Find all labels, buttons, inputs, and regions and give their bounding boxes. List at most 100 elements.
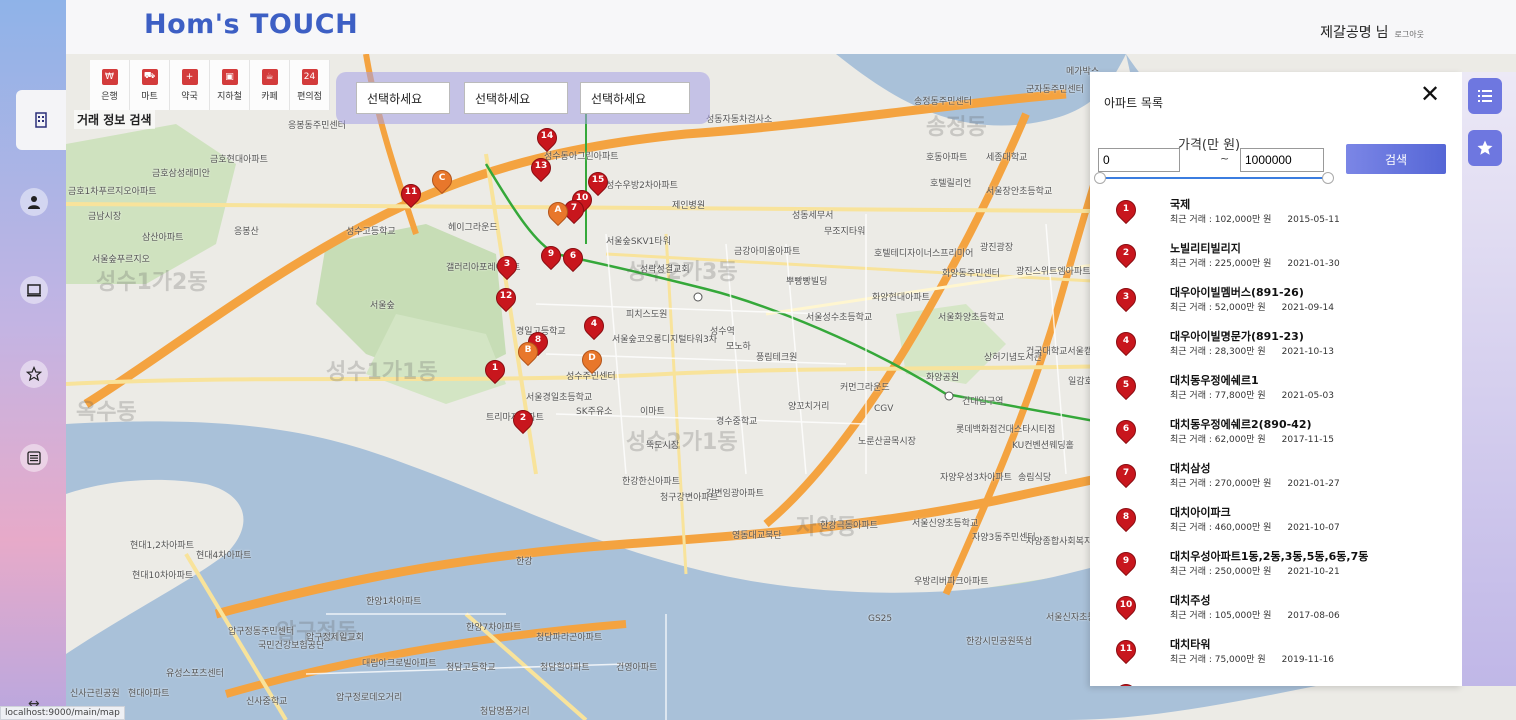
map-marker[interactable]: 2 <box>508 405 538 438</box>
list-item[interactable]: 10 대치주성 최근 거래 : 105,000만 원 2017-08-06 <box>1090 586 1462 630</box>
map-place-label: 금강아미움아파트 <box>734 247 801 257</box>
category-mart[interactable]: ⛟ 마트 <box>130 60 170 110</box>
apartment-name: 대치타워 <box>1170 638 1211 651</box>
list-item[interactable]: 11 대치타워 최근 거래 : 75,000만 원 2019-11-16 <box>1090 630 1462 674</box>
sidebar-item-apartment[interactable] <box>16 90 66 150</box>
list-item[interactable]: 9 대치우성아파트1동,2동,3동,5동,6동,7동 최근 거래 : 250,000… <box>1090 542 1462 586</box>
map-place-label: 우방리버파크아파트 <box>914 577 989 587</box>
app-logo[interactable]: Hom's TOUCH <box>144 9 358 40</box>
apartment-name: 대치삼성 <box>1170 462 1211 475</box>
marker-pin-icon: 3 <box>1111 283 1141 313</box>
deal-date: 2021-05-03 <box>1281 391 1334 401</box>
apartment-name: 대치우성아파트1동,2동,3동,5동,6동,7동 <box>1170 550 1369 563</box>
map-place-label: 금호1차푸르지오아파트 <box>68 187 157 197</box>
category-subway[interactable]: ▣ 지하철 <box>210 60 250 110</box>
list-view-button[interactable] <box>1468 78 1502 114</box>
list-item[interactable]: 5 대치동우정에쉐르1 최근 거래 : 77,800만 원 2021-05-03 <box>1090 366 1462 410</box>
map-marker[interactable]: 11 <box>396 179 426 212</box>
map-marker[interactable]: 14 <box>532 123 562 156</box>
sidebar-item-favorite[interactable] <box>20 360 48 388</box>
star-icon <box>26 366 42 382</box>
price-slider[interactable] <box>1094 172 1334 184</box>
list-icon <box>1478 90 1492 102</box>
sidebar-item-board[interactable] <box>20 276 48 304</box>
map-place-label: 건대입구역 <box>962 397 1004 407</box>
map-place-label: 한강시민공원뚝섬 <box>966 637 1033 647</box>
map-marker-lettered[interactable]: C <box>427 165 457 198</box>
dong-select[interactable]: 선택하세요 <box>580 82 690 114</box>
subway-icon: ▣ <box>221 68 238 85</box>
left-sidebar: ↔ <box>0 0 66 720</box>
list-item[interactable]: 3 대우아이빌멤버스(891-26) 최근 거래 : 52,000만 원 2021-0… <box>1090 278 1462 322</box>
map-marker[interactable]: 6 <box>558 243 588 276</box>
deal-date: 2019-11-16 <box>1281 655 1334 665</box>
map-marker[interactable]: 4 <box>579 311 609 344</box>
apartment-list-panel: 아파트 목록 ✕ 가격(만 원) ~ 검색 1 국제최근 거래 : 102,000… <box>1090 72 1462 686</box>
category-cafe[interactable]: ☕ 카페 <box>250 60 290 110</box>
category-store[interactable]: 24 편의점 <box>290 60 330 110</box>
map-marker[interactable]: 3 <box>492 251 522 284</box>
slider-handle-min[interactable] <box>1094 172 1106 184</box>
map-marker-lettered[interactable]: B <box>513 337 543 370</box>
map-marker[interactable]: 12 <box>491 283 521 316</box>
map-place-label: 성수고등학교 <box>346 227 396 237</box>
map-place-label: 송정동주민센터 <box>914 97 972 107</box>
deal-date: 2015-05-11 <box>1287 215 1340 225</box>
apartment-name: 대우아이빌멤버스(891-26) <box>1170 286 1304 299</box>
recent-price: 최근 거래 : 62,000만 원 <box>1170 435 1266 445</box>
deal-search-title: 거래 정보 검색 <box>74 110 155 129</box>
map-place-label: 헤이그라운드 <box>448 223 498 233</box>
map-place-label: 신사중학교 <box>246 697 288 707</box>
price-max-input[interactable] <box>1240 148 1324 172</box>
map-place-label: 피치스도원 <box>626 310 668 320</box>
category-bank[interactable]: ₩ 은행 <box>90 60 130 110</box>
map-place-label: 서울숲 <box>370 301 395 311</box>
list-item[interactable]: 4 대우아이빌명문가(891-23) 최근 거래 : 28,300만 원 2021-1… <box>1090 322 1462 366</box>
map-place-label: 커먼그라운드 <box>840 383 890 393</box>
map-place-label: 화양공원 <box>926 373 960 383</box>
map-marker-lettered[interactable]: D <box>577 345 607 378</box>
pharmacy-icon: + <box>181 68 198 85</box>
search-button[interactable]: 검색 <box>1346 144 1446 174</box>
slider-handle-max[interactable] <box>1322 172 1334 184</box>
apartment-deal-info: 최근 거래 : 28,300만 원 2021-10-13 <box>1170 344 1334 357</box>
map-place-label: 군자동주민센터 <box>1026 85 1084 95</box>
list-item[interactable]: 12 <box>1090 674 1462 686</box>
list-item[interactable]: 2 노빌리티빌리지 최근 거래 : 225,000만 원 2021-01-30 <box>1090 234 1462 278</box>
map-place-label: 성수우방2차아파트 <box>606 181 678 191</box>
map-marker[interactable]: 1 <box>480 355 510 388</box>
logout-link[interactable]: 로그아웃 <box>1395 30 1424 39</box>
person-icon <box>28 196 40 209</box>
category-pharmacy[interactable]: + 약국 <box>170 60 210 110</box>
deal-date: 2017-11-15 <box>1281 435 1334 445</box>
map-place-label: 한강극동아파트 <box>820 521 878 531</box>
map-place-label: 응봉산 <box>234 227 259 237</box>
list-icon <box>27 451 41 465</box>
apartment-deal-info: 최근 거래 : 225,000만 원 2021-01-30 <box>1170 256 1340 269</box>
list-item[interactable]: 6 대치동우정에쉐르2(890-42) 최근 거래 : 62,000만 원 2017-… <box>1090 410 1462 454</box>
map-place-label: 압구정로데오거리 <box>336 693 403 703</box>
district-label: 성수1가1동 <box>326 360 438 385</box>
map-marker-lettered[interactable]: A <box>543 197 573 230</box>
map-place-label: 양꼬치거리 <box>788 402 830 412</box>
map-marker[interactable]: 9 <box>536 241 566 274</box>
recent-price: 최근 거래 : 28,300만 원 <box>1170 347 1266 357</box>
close-icon[interactable]: ✕ <box>1420 80 1446 110</box>
sidebar-item-user[interactable] <box>20 188 48 216</box>
map-place-label: 뿌빵빵빌딩 <box>786 277 828 287</box>
sido-select[interactable]: 선택하세요 <box>356 82 450 114</box>
map-marker[interactable]: 13 <box>526 153 556 186</box>
price-min-input[interactable] <box>1098 148 1180 172</box>
marker-pin-icon: 5 <box>1111 371 1141 401</box>
list-item[interactable]: 7 대치삼성 최근 거래 : 270,000만 원 2021-01-27 <box>1090 454 1462 498</box>
list-item[interactable]: 1 국제 최근 거래 : 102,000만 원 2015-05-11 <box>1090 190 1462 234</box>
district-label: 성수1가2동 <box>96 270 208 295</box>
map-place-label: 광진광장 <box>980 243 1014 253</box>
map-place-label: 자양우성3차아파트 <box>940 473 1012 483</box>
gugun-select[interactable]: 선택하세요 <box>464 82 568 114</box>
apartment-deal-info: 최근 거래 : 250,000만 원 2021-10-21 <box>1170 564 1340 577</box>
favorite-view-button[interactable] <box>1468 130 1502 166</box>
sidebar-item-list[interactable] <box>20 444 48 472</box>
list-item[interactable]: 8 대치아이파크 최근 거래 : 460,000만 원 2021-10-07 <box>1090 498 1462 542</box>
district-label: 송정동 <box>926 115 987 140</box>
